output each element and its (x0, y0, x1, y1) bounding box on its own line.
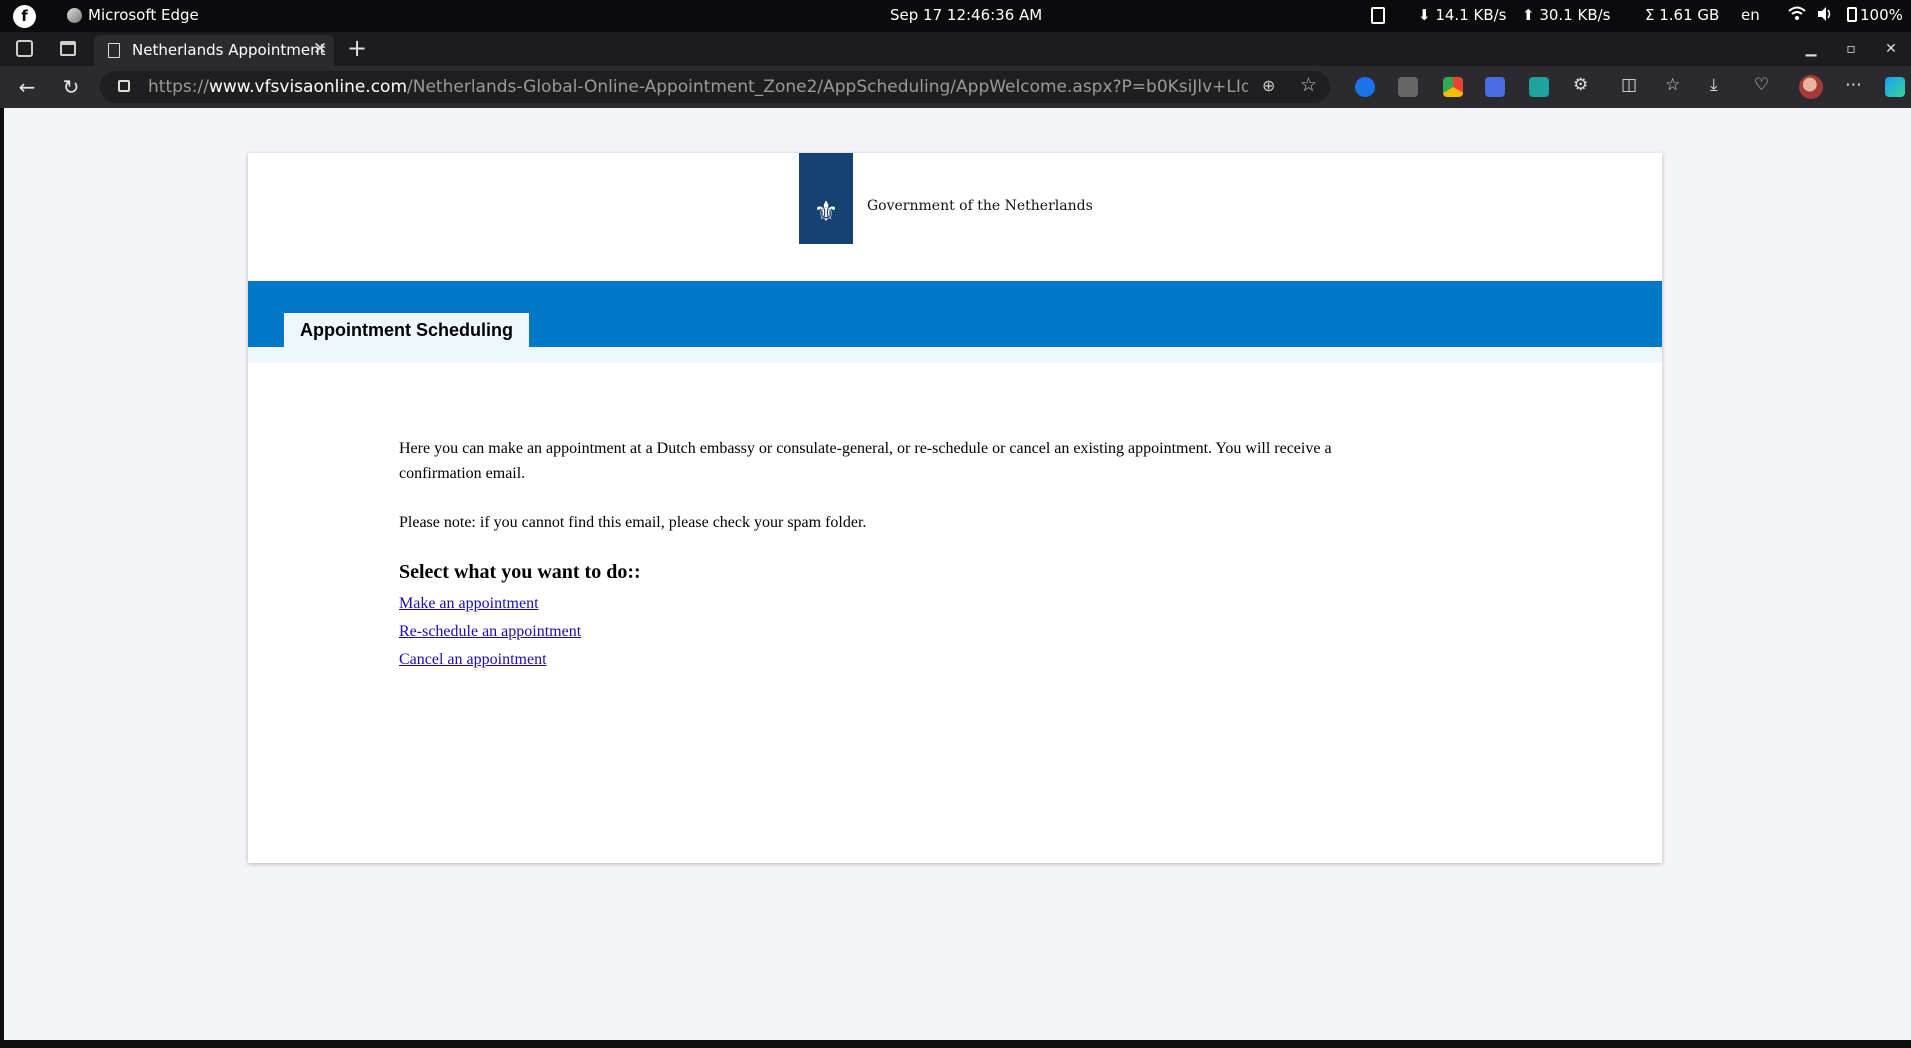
profile-avatar[interactable] (1799, 75, 1823, 99)
government-name: Government of the Netherlands (867, 198, 1093, 214)
tab-netherlands-appointment[interactable]: Netherlands Appointment ✕ (94, 35, 334, 66)
navigation-bar: ← ↻ https://www.vfsvisaonline.com/Nether… (0, 66, 1911, 108)
keyboard-language[interactable]: en (1741, 6, 1760, 24)
screenshot-icon[interactable] (1398, 77, 1418, 97)
tab-title: Netherlands Appointment (132, 41, 326, 59)
zoom-icon[interactable]: ⊕ (1262, 76, 1275, 95)
memory-usage: Σ 1.61 GB (1645, 6, 1720, 24)
active-app-name: Microsoft Edge (88, 6, 199, 24)
more-options-icon[interactable]: ⋯ (1845, 75, 1862, 95)
maximize-icon[interactable]: ▫ (1831, 32, 1871, 66)
copilot-icon[interactable] (1885, 77, 1905, 97)
appointment-card: ⚜ Government of the Netherlands Appointm… (248, 153, 1662, 863)
url-text[interactable]: https://www.vfsvisaonline.com/Netherland… (148, 77, 1248, 97)
battery-icon (1847, 7, 1857, 22)
page-icon (108, 43, 120, 58)
battery-indicator[interactable]: 100% (1847, 6, 1903, 24)
header-subband (248, 347, 1662, 363)
spam-note: Please note: if you cannot find this ema… (399, 514, 867, 531)
window-controls: ▁ ▫ ✕ (1791, 32, 1911, 66)
clipboard-icon[interactable] (1371, 7, 1385, 24)
favorite-star-icon[interactable]: ☆ (1300, 74, 1317, 96)
download-speed: ⬇ 14.1 KB/s (1418, 6, 1507, 24)
extensions-icon[interactable]: ⚙ (1573, 75, 1588, 95)
battery-level: 100% (1860, 6, 1903, 24)
upload-speed: ⬆ 30.1 KB/s (1522, 6, 1611, 24)
translate-icon[interactable] (1485, 77, 1505, 97)
browser-essentials-icon[interactable]: ♡ (1754, 75, 1769, 95)
extension-blue-icon[interactable] (1355, 77, 1375, 97)
refresh-icon[interactable]: ↻ (58, 74, 84, 100)
wifi-icon[interactable] (1788, 5, 1806, 27)
tab-strip: Netherlands Appointment ✕ + ▁ ▫ ✕ (0, 32, 1911, 66)
new-tab-icon[interactable]: + (347, 34, 367, 62)
reschedule-appointment-link[interactable]: Re-schedule an appointment (399, 618, 1399, 646)
close-tab-icon[interactable]: ✕ (313, 39, 327, 59)
cancel-appointment-link[interactable]: Cancel an appointment (399, 646, 1399, 674)
url-scheme: https:// (148, 77, 209, 97)
extension-teal-icon[interactable] (1529, 77, 1549, 97)
web-viewport: ⚜ Government of the Netherlands Appointm… (4, 108, 1911, 1040)
os-top-bar: f Microsoft Edge Sep 17 12:46:36 AM ⬇ 14… (0, 0, 1911, 32)
workspaces-icon[interactable] (16, 40, 33, 57)
make-appointment-link[interactable]: Make an appointment (399, 590, 1399, 618)
clock[interactable]: Sep 17 12:46:36 AM (890, 6, 1042, 24)
back-icon[interactable]: ← (14, 74, 40, 100)
government-logo: ⚜ (799, 153, 853, 244)
split-screen-icon[interactable]: ◫ (1621, 75, 1637, 95)
coat-of-arms-icon: ⚜ (813, 195, 839, 228)
address-bar[interactable]: https://www.vfsvisaonline.com/Netherland… (100, 71, 1330, 103)
tab-actions-icon[interactable] (60, 41, 76, 56)
close-window-icon[interactable]: ✕ (1871, 32, 1911, 66)
section-tab: Appointment Scheduling (284, 313, 529, 349)
favorites-icon[interactable]: ☆ (1665, 75, 1680, 95)
url-path: /Netherlands-Global-Online-Appointment_Z… (407, 77, 1248, 97)
window-bottom-edge (0, 1040, 1911, 1048)
downloads-icon[interactable]: ⤓ (1710, 75, 1718, 95)
page-content: Here you can make an appointment at a Du… (399, 436, 1399, 674)
select-heading: Select what you want to do:: (399, 561, 641, 583)
volume-icon[interactable] (1816, 5, 1834, 27)
intro-text: Here you can make an appointment at a Du… (399, 440, 1332, 482)
edge-icon (67, 7, 82, 23)
fedora-logo-icon[interactable]: f (13, 5, 36, 28)
lock-icon[interactable] (118, 80, 130, 92)
minimize-icon[interactable]: ▁ (1791, 32, 1831, 66)
extension-badge-icon[interactable] (1443, 77, 1463, 97)
active-app[interactable]: Microsoft Edge (67, 6, 199, 24)
url-domain: www.vfsvisaonline.com (208, 77, 408, 97)
